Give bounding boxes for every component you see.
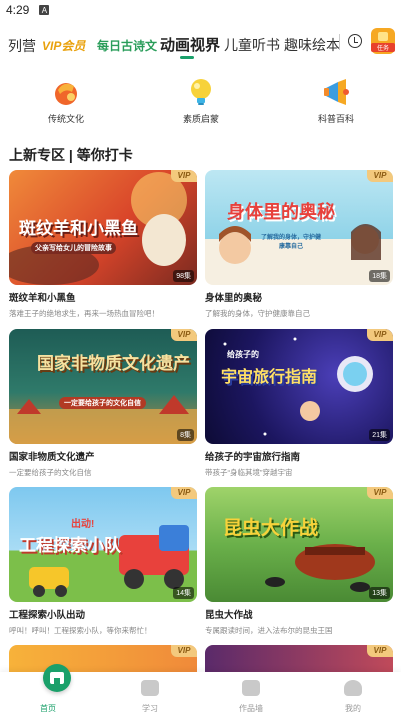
nav-home[interactable]: 首页 [8, 664, 88, 720]
card-thumbnail: VIP [9, 645, 197, 672]
vip-badge: VIP [367, 170, 393, 182]
card-thumbnail: 斑纹羊和小黑鱼 父亲写给女儿的冒险故事 VIP 98集 [9, 170, 197, 285]
episode-count: 98集 [173, 270, 194, 282]
tab-audiobooks[interactable]: 儿童听书 [224, 35, 280, 55]
thumbnail-subtitle: 一定要给孩子的文化自信 [59, 397, 146, 409]
task-gift-icon[interactable]: 任务 [371, 28, 395, 54]
thumbnail-subtitle: 出动! [71, 519, 95, 530]
active-tab-indicator [180, 56, 194, 59]
card-desc: 落难王子的绝地求生，再来一场热血冒险吧！ [9, 309, 159, 318]
card-title: 给孩子的宇宙旅行指南 [205, 452, 301, 463]
vip-badge: VIP [367, 487, 393, 499]
card-desc: 了解我的身体，守护健康靠自己 [205, 309, 310, 318]
vip-badge: VIP [367, 645, 393, 657]
learn-icon [141, 680, 159, 696]
card-thumbnail: 国家非物质文化遗产 一定要给孩子的文化自信 VIP 8集 [9, 329, 197, 444]
category-science[interactable]: 科普百科 [296, 76, 376, 125]
episode-count: 21集 [369, 429, 390, 441]
episode-count: 13集 [369, 587, 390, 599]
category-label: 素质启蒙 [182, 114, 219, 124]
thumbnail-title: 宇宙旅行指南 [221, 369, 318, 386]
card-peek-right[interactable]: VIP [205, 645, 393, 672]
notification-icon: A [39, 5, 50, 15]
card-body-secrets[interactable]: 身体里的奥秘 了解我的身体，守护健康靠自己 VIP 18集 身体里的奥秘 了解我… [205, 170, 393, 319]
card-engineering-team[interactable]: 出动! 工程探索小队 VIP 14集 工程探索小队出动 呼叫！呼叫！工程探索小队… [9, 487, 197, 636]
tab-animation[interactable]: 动画视界 [160, 34, 220, 55]
vip-badge: VIP [171, 170, 197, 182]
traditional-culture-icon [50, 76, 82, 108]
episode-count: 18集 [369, 270, 390, 282]
card-desc: 呼叫！呼叫！工程探索小队，等你来帮忙！ [9, 626, 152, 635]
nav-works[interactable]: 作品墙 [211, 672, 291, 720]
thumbnail-art [219, 224, 381, 264]
megaphone-icon [320, 76, 352, 108]
profile-icon [344, 680, 362, 696]
episode-count: 14集 [173, 587, 194, 599]
thumbnail-subtitle: 给孩子的 [227, 350, 259, 359]
card-title: 昆虫大作战 [205, 610, 253, 621]
nav-label: 作品墙 [239, 704, 263, 713]
card-thumbnail: 身体里的奥秘 了解我的身体，守护健康靠自己 VIP 18集 [205, 170, 393, 285]
card-peek-left[interactable]: VIP [9, 645, 197, 672]
vip-badge: VIP [171, 645, 197, 657]
home-icon [43, 664, 71, 692]
vip-badge: VIP [171, 487, 197, 499]
thumbnail-art [9, 395, 197, 444]
vip-badge: VIP [367, 329, 393, 341]
card-thumbnail: VIP [205, 645, 393, 672]
image-gallery-icon [242, 680, 260, 696]
nav-label: 学习 [142, 704, 158, 713]
thumbnail-title: 身体里的奥秘 [227, 202, 335, 222]
card-title: 身体里的奥秘 [205, 293, 263, 304]
thumbnail-subtitle: 父亲写给女儿的冒险故事 [31, 242, 116, 254]
category-quality-enlightenment[interactable]: 素质启蒙 [161, 76, 241, 125]
bottom-nav: 首页 学习 作品墙 我的 [0, 664, 401, 720]
nav-label: 首页 [40, 704, 56, 713]
nav-label: 我的 [345, 704, 361, 713]
section-title: 上新专区 | 等你打卡 [9, 147, 133, 163]
thumbnail-title: 工程探索小队 [19, 536, 121, 555]
tab-daily-poem[interactable]: 每日古诗文 [97, 37, 157, 54]
category-label: 科普百科 [317, 114, 354, 124]
thumbnail-title: 斑纹羊和小黑鱼 [19, 219, 138, 238]
status-bar: 4:29 A [0, 0, 401, 20]
card-desc: 带孩子“身临其境”穿越宇宙 [205, 468, 293, 477]
nav-divider [339, 34, 340, 50]
card-desc: 专属跟读时间，进入法布尔的昆虫王国 [205, 626, 333, 635]
card-space-guide[interactable]: 给孩子的 宇宙旅行指南 VIP 21集 给孩子的宇宙旅行指南 带孩子“身临其境”… [205, 329, 393, 478]
category-row: 传统文化 素质启蒙 科普百科 [0, 76, 401, 136]
card-insect-battle[interactable]: 昆虫大作战 VIP 13集 昆虫大作战 专属跟读时间，进入法布尔的昆虫王国 [205, 487, 393, 636]
card-striped-sheep[interactable]: 斑纹羊和小黑鱼 父亲写给女儿的冒险故事 VIP 98集 斑纹羊和小黑鱼 落难王子… [9, 170, 197, 319]
tab-list[interactable]: 列营 [8, 36, 36, 56]
card-title: 斑纹羊和小黑鱼 [9, 293, 76, 304]
card-thumbnail: 出动! 工程探索小队 VIP 14集 [9, 487, 197, 602]
category-traditional-culture[interactable]: 传统文化 [26, 76, 106, 125]
card-desc: 一定要给孩子的文化自信 [9, 468, 92, 477]
nav-learn[interactable]: 学习 [110, 672, 190, 720]
tab-picture-books[interactable]: 趣味绘本 [284, 35, 340, 55]
lightbulb-icon [185, 76, 217, 108]
card-thumbnail: 给孩子的 宇宙旅行指南 VIP 21集 [205, 329, 393, 444]
card-thumbnail: 昆虫大作战 VIP 13集 [205, 487, 393, 602]
category-label: 传统文化 [47, 114, 84, 124]
card-title: 工程探索小队出动 [9, 610, 86, 621]
nav-mine[interactable]: 我的 [313, 672, 393, 720]
card-intangible-heritage[interactable]: 国家非物质文化遗产 一定要给孩子的文化自信 VIP 8集 国家非物质文化遗产 一… [9, 329, 197, 478]
thumbnail-title: 昆虫大作战 [223, 518, 319, 539]
card-title: 国家非物质文化遗产 [9, 452, 95, 463]
thumbnail-subtitle: 了解我的身体，守护健康靠自己 [261, 235, 322, 250]
tab-vip[interactable]: VIP会员 [42, 37, 85, 54]
history-clock-icon[interactable] [348, 34, 362, 48]
status-time: 4:29 [6, 3, 30, 17]
task-label: 任务 [371, 43, 395, 52]
episode-count: 8集 [177, 429, 194, 441]
thumbnail-title: 国家非物质文化遗产 [37, 354, 190, 373]
thumbnail-art [265, 544, 375, 592]
vip-badge: VIP [171, 329, 197, 341]
